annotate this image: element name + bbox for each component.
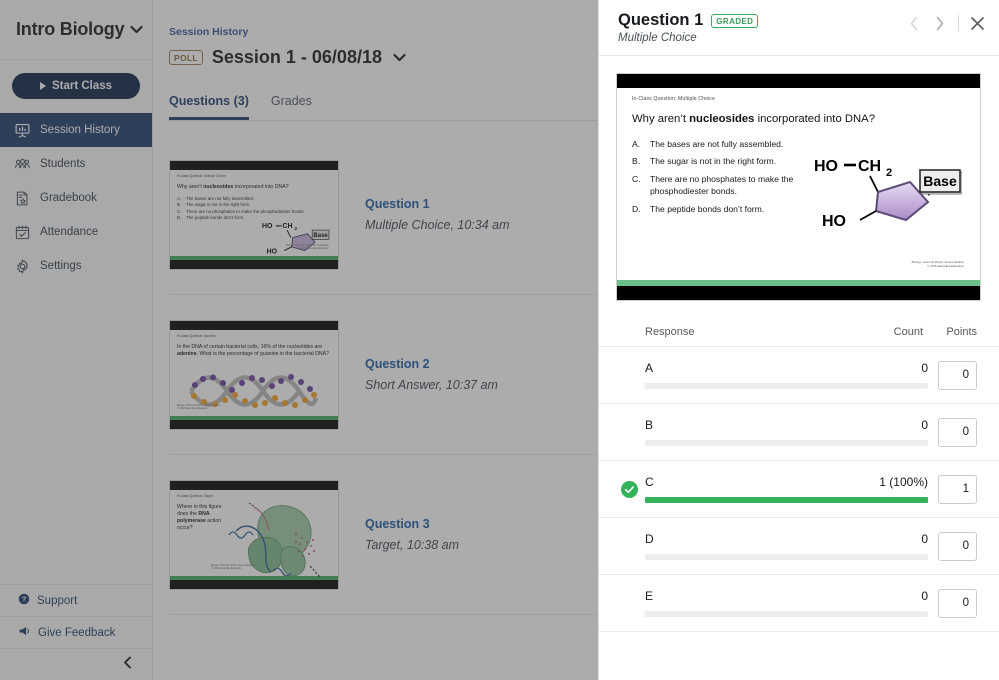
response-bar — [645, 383, 928, 389]
response-table-body: A 0 0 B 0 0 C 1 (100%) 1 D 0 0 E 0 0 — [599, 347, 999, 632]
response-bar — [645, 611, 928, 617]
response-table-header: Response Count Points — [599, 317, 999, 347]
table-row[interactable]: D 0 0 — [599, 518, 999, 575]
response-bar — [645, 497, 928, 503]
table-row[interactable]: B 0 0 — [599, 404, 999, 461]
status-badge: GRADED — [711, 13, 759, 28]
response-count: 0 — [921, 589, 928, 603]
response-count: 1 (100%) — [879, 475, 928, 489]
slide-attribution: Biology: How Life Works, Second Edition … — [911, 259, 964, 268]
panel-title: Question 1 — [618, 11, 704, 29]
check-circle-icon — [621, 480, 638, 498]
column-header-response: Response — [645, 325, 695, 338]
response-letter: D — [645, 532, 654, 546]
table-row[interactable]: A 0 0 — [599, 347, 999, 404]
table-row[interactable]: C 1 (100%) 1 — [599, 461, 999, 518]
response-bar — [645, 554, 928, 560]
table-row[interactable]: E 0 0 — [599, 575, 999, 632]
modal-dim-overlay[interactable] — [0, 0, 598, 680]
question-slide[interactable]: In-Class Question: Multiple Choice Why a… — [616, 73, 981, 301]
column-header-count: Count — [893, 325, 923, 338]
response-count: 0 — [921, 532, 928, 546]
next-question-button[interactable] — [932, 14, 948, 32]
response-letter: C — [645, 475, 654, 489]
svg-text:Base: Base — [923, 173, 957, 189]
nav-divider — [958, 15, 959, 31]
response-letter: B — [645, 418, 654, 432]
correct-answer-check[interactable] — [614, 480, 645, 498]
panel-header: Question 1 GRADED Multiple Choice — [599, 0, 999, 56]
response-count: 0 — [921, 418, 928, 432]
svg-text:2: 2 — [886, 167, 892, 179]
points-input[interactable]: 0 — [938, 531, 977, 561]
column-header-points: Points — [946, 325, 977, 338]
points-input[interactable]: 0 — [938, 588, 977, 618]
question-detail-panel: Question 1 GRADED Multiple Choice In-Cla… — [598, 0, 999, 680]
prev-question-button[interactable] — [906, 14, 922, 32]
slide-prompt: Why aren’t nucleosides incorporated into… — [632, 113, 876, 125]
response-letter: E — [645, 589, 654, 603]
slide-options: A. The bases are not fully assembled. B. T… — [632, 139, 794, 214]
panel-slide-wrap: In-Class Question: Multiple Choice Why a… — [599, 56, 999, 301]
nucleoside-diagram-icon: HO CH 2 HO Base — [814, 158, 962, 230]
svg-text:CH: CH — [858, 158, 881, 175]
points-input[interactable]: 1 — [938, 474, 977, 504]
points-input[interactable]: 0 — [938, 360, 977, 390]
slide-kicker: In-Class Question: Multiple Choice — [632, 96, 715, 102]
svg-text:HO: HO — [814, 158, 838, 175]
response-count: 0 — [921, 361, 928, 375]
panel-subtitle: Multiple Choice — [618, 32, 697, 44]
close-panel-button[interactable] — [969, 14, 985, 32]
response-bar — [645, 440, 928, 446]
points-input[interactable]: 0 — [938, 417, 977, 447]
response-letter: A — [645, 361, 654, 375]
svg-text:HO: HO — [822, 213, 846, 230]
